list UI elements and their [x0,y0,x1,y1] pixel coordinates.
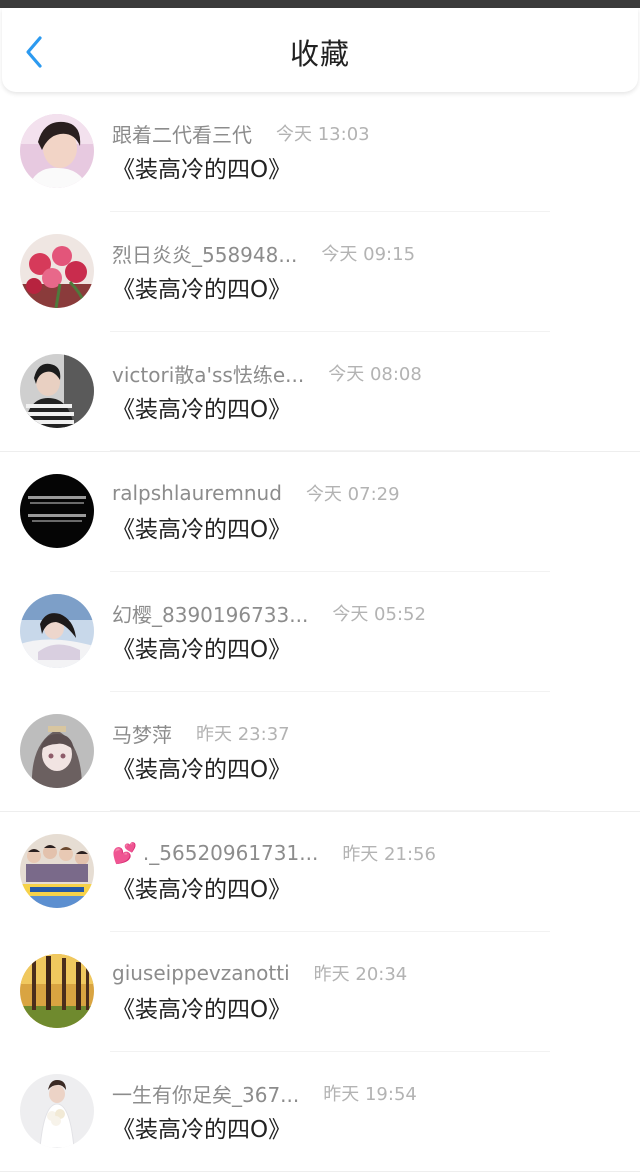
book-title: 《装高冷的四O》 [112,277,292,303]
favorite-item[interactable]: giuseippevzanotti 昨天 20:34 《装高冷的四O》 [0,932,640,1052]
book-title: 《装高冷的四O》 [112,397,292,423]
avatar-group-photo[interactable] [20,834,94,908]
username: 一生有你足矣_367... [112,1082,300,1107]
divider [110,450,550,451]
username: ._56520961731... [142,841,319,865]
username: ralpshlauremnud [112,481,282,505]
timestamp: 昨天 20:34 [313,964,408,985]
favorite-item[interactable]: 幻樱_8390196733... 今天 05:52 《装高冷的四O》 [0,572,640,692]
item-meta-row: 马梦萍 昨天 23:37 [112,718,290,748]
item-meta-row: giuseippevzanotti 昨天 20:34 [112,958,407,988]
favorite-item[interactable]: 一生有你足矣_367... 昨天 19:54 《装高冷的四O》 [0,1052,640,1172]
timestamp: 昨天 21:56 [342,844,436,865]
favorite-item[interactable]: 跟着二代看三代 今天 13:03 《装高冷的四O》 [0,92,640,212]
item-meta-row: ralpshlauremnud 今天 07:29 [112,478,400,508]
favorite-item[interactable]: 马梦萍 昨天 23:37 《装高冷的四O》 [0,692,640,812]
avatar-girl-snow[interactable] [20,594,94,668]
username: 跟着二代看三代 [112,122,252,147]
book-title: 《装高冷的四O》 [112,157,292,183]
book-title: 《装高冷的四O》 [112,1117,292,1143]
item-meta-row: 一生有你足矣_367... 昨天 19:54 [112,1078,417,1108]
book-title: 《装高冷的四O》 [112,877,292,903]
avatar-striped-shirt[interactable] [20,354,94,428]
favorite-item[interactable]: victori散a'ss怯练e... 今天 08:08 《装高冷的四O》 [0,332,640,452]
timestamp: 今天 07:29 [305,484,400,505]
timestamp: 今天 05:52 [332,604,426,625]
item-meta-row: 跟着二代看三代 今天 13:03 [112,118,370,148]
favorites-list: 跟着二代看三代 今天 13:03 《装高冷的四O》 烈日炎炎_558948...… [0,92,640,1172]
timestamp: 昨天 23:37 [196,724,290,745]
book-title: 《装高冷的四O》 [112,757,292,783]
item-meta-row: 幻樱_8390196733... 今天 05:52 [112,598,426,628]
username: 马梦萍 [112,722,172,747]
timestamp: 今天 13:03 [276,124,370,145]
username: 烈日炎炎_558948... [112,242,298,267]
avatar-dark-text[interactable] [20,474,94,548]
item-meta-row: 烈日炎炎_558948... 今天 09:15 [112,238,415,268]
favorite-item[interactable]: 💕 ._56520961731... 昨天 21:56 《装高冷的四O》 [0,812,640,932]
top-nav-bar: 收藏 [2,8,638,92]
book-title: 《装高冷的四O》 [112,997,292,1023]
timestamp: 昨天 19:54 [323,1084,417,1105]
page-title: 收藏 [289,37,350,71]
username: victori散a'ss怯练e... [112,362,305,387]
timestamp: 今天 09:15 [321,244,416,265]
item-meta-row: victori散a'ss怯练e... 今天 08:08 [112,358,422,388]
avatar-bride[interactable] [20,1074,94,1148]
favorite-item[interactable]: ralpshlauremnud 今天 07:29 《装高冷的四O》 [0,452,640,572]
timestamp: 今天 08:08 [328,364,422,385]
username: giuseippevzanotti [112,961,290,985]
avatar-roses[interactable] [20,234,94,308]
avatar-autumn-forest[interactable] [20,954,94,1028]
divider [110,810,550,811]
favorite-item[interactable]: 烈日炎炎_558948... 今天 09:15 《装高冷的四O》 [0,212,640,332]
avatar-boy-portrait[interactable] [20,114,94,188]
book-title: 《装高冷的四O》 [112,517,292,543]
item-meta-row: 💕 ._56520961731... 昨天 21:56 [112,838,436,868]
username: 幻樱_8390196733... [112,602,309,627]
avatar-anime-girl[interactable] [20,714,94,788]
status-bar [0,0,640,8]
book-title: 《装高冷的四O》 [112,637,292,663]
heart-icon: 💕 [112,841,137,865]
